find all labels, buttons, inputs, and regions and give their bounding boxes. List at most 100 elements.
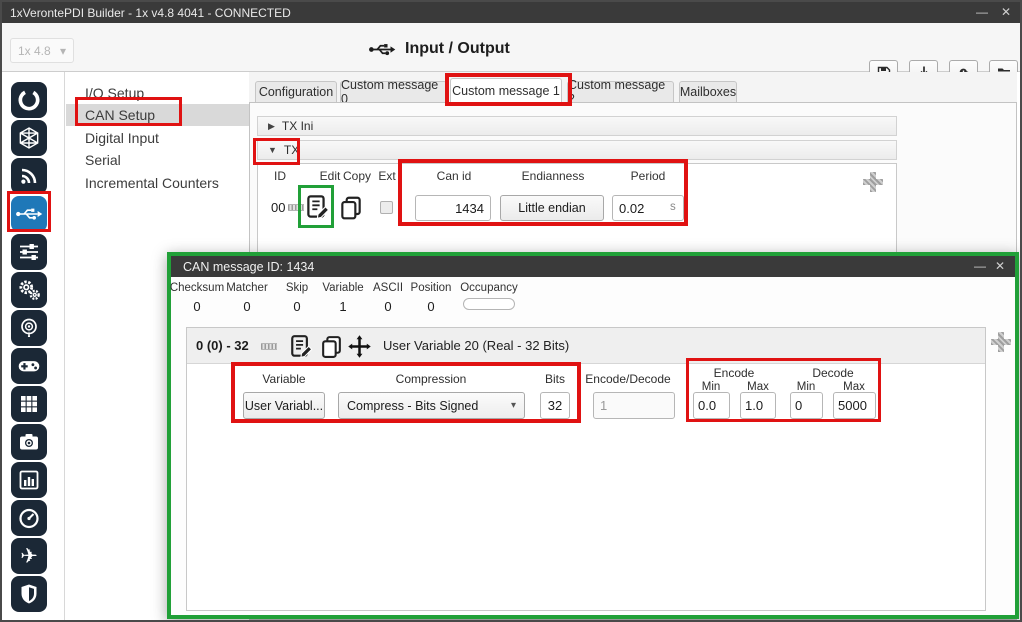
add-field-button[interactable] [991,332,1011,352]
stat-ascii-value: 0 [384,299,391,314]
broadcast-icon [17,316,41,340]
sidebar-item-hil[interactable] [11,500,47,536]
row-id: 00 [271,200,285,215]
stat-ascii-label: ASCII [373,282,403,294]
drag-handle[interactable] [288,204,304,211]
compression-select[interactable]: Compress - Bits Signed ▾ [338,392,525,419]
stat-skip-label: Skip [286,282,308,294]
move-field-button[interactable] [347,334,372,364]
gears-icon [16,277,42,303]
edit-field-button[interactable] [289,333,315,365]
ext-checkbox[interactable] [380,201,393,214]
col-ext: Ext [378,169,395,183]
section-tx-ini-label: TX Ini [282,119,313,133]
window-title: 1xVerontePDI Builder - 1x v4.8 4041 - CO… [10,6,291,20]
sidebar-item-sphere[interactable] [11,120,47,156]
ring-icon [16,87,42,113]
sidebar-item-control[interactable] [11,234,47,270]
sidebar-item-automations[interactable] [11,272,47,308]
col-period: Period [631,169,666,183]
section-tx[interactable]: ▼ TX [257,140,897,160]
window-minimize-icon[interactable]: — [970,2,994,23]
encode-decode-label: Encode/Decode [585,372,670,386]
field-description: User Variable 20 (Real - 32 Bits) [383,338,569,353]
add-tx-message-button[interactable] [863,172,883,192]
bits-input[interactable] [540,392,570,419]
nav-item-serial[interactable]: Serial [66,149,249,171]
encode-decode-input[interactable] [593,392,675,419]
stat-position-label: Position [411,282,452,294]
stat-skip-value: 0 [293,299,300,314]
sliders-icon [17,240,41,264]
stat-occupancy-label: Occupancy [460,282,518,294]
tab-mailboxes[interactable]: Mailboxes [679,81,737,103]
bits-label: Bits [545,372,565,386]
chevron-down-icon: ▾ [60,44,66,58]
endianness-button[interactable]: Little endian [500,195,604,221]
window-close-icon[interactable]: ✕ [994,2,1018,23]
col-endianness: Endianness [522,169,585,183]
section-tx-label: TX [284,143,299,157]
decode-max-input[interactable] [833,392,876,419]
stat-variable-value: 1 [339,299,346,314]
bar-chart-icon [17,468,41,492]
version-dropdown[interactable]: 1x 4.8 ▾ [10,38,74,63]
gauge-icon [17,506,41,530]
nav-item-can-setup[interactable]: CAN Setup [66,104,249,126]
nav-item-incremental-counters[interactable]: Incremental Counters [66,172,249,194]
sidebar-item-telemetry-viewer[interactable] [11,462,47,498]
wireframe-sphere-icon [16,125,42,151]
dialog-close-icon[interactable]: ✕ [989,256,1011,277]
tab-custom-message-0[interactable]: Custom message 0 [340,81,447,103]
sidebar-item-ring[interactable] [11,82,47,118]
nav-item-io-setup[interactable]: I/O Setup [66,82,249,104]
stat-matcher-label: Matcher [226,282,268,294]
encode-min-input[interactable] [693,392,730,419]
variable-button[interactable]: User Variabl... [243,392,325,419]
camera-icon [17,430,41,454]
sidebar-item-safety[interactable] [11,576,47,612]
copy-field-button[interactable] [319,334,344,364]
move-icon [347,334,372,359]
tab-custom-message-1[interactable]: Custom message 1 [450,78,562,103]
app-header: 1x 4.8 ▾ Input / Output [2,23,1020,72]
dialog-titlebar[interactable]: CAN message ID: 1434 — ✕ [171,256,1015,277]
variable-label: Variable [262,372,305,386]
nav-item-digital-input[interactable]: Digital Input [66,127,249,149]
dialog-minimize-icon[interactable]: — [969,256,991,277]
encode-max-input[interactable] [740,392,776,419]
decode-min-input[interactable] [790,392,823,419]
version-label: 1x 4.8 [18,44,51,58]
field-row-header: 0 (0) - 32 [187,328,985,364]
col-copy: Copy [343,169,371,183]
period-unit: s [670,201,676,213]
edit-button[interactable] [305,192,332,227]
decode-label: Decode [812,366,853,380]
sidebar-item-blocks[interactable] [11,386,47,422]
page-title-group: Input / Output [368,34,510,64]
drag-handle[interactable] [261,343,277,350]
sidebar-item-comms[interactable] [11,310,47,346]
tab-configuration[interactable]: Configuration [255,81,337,103]
stat-variable-label: Variable [322,282,363,294]
gamepad-icon [16,353,42,379]
chevron-down-icon: ▾ [511,400,516,411]
sidebar-item-input-output[interactable] [11,196,47,232]
sidebar-item-stick[interactable] [11,348,47,384]
sidebar-item-flight[interactable]: ✈ [11,538,47,574]
can-id-input[interactable] [415,195,491,221]
edit-icon [305,192,332,222]
tab-custom-message-2[interactable]: Custom message 2 [567,81,674,103]
sidebar-item-camera[interactable] [11,424,47,460]
sidebar-item-telemetry[interactable] [11,158,47,194]
copy-icon [338,194,364,221]
usb-title-icon [368,41,396,58]
app-window: 1xVerontePDI Builder - 1x v4.8 4041 - CO… [0,0,1022,622]
col-edit: Edit [320,169,341,183]
copy-button[interactable] [338,194,364,226]
section-tx-ini[interactable]: ▶ TX Ini [257,116,897,136]
rss-icon [17,164,41,188]
compression-label: Compression [396,372,467,386]
field-container: 0 (0) - 32 [186,327,986,611]
page-title: Input / Output [405,40,510,58]
